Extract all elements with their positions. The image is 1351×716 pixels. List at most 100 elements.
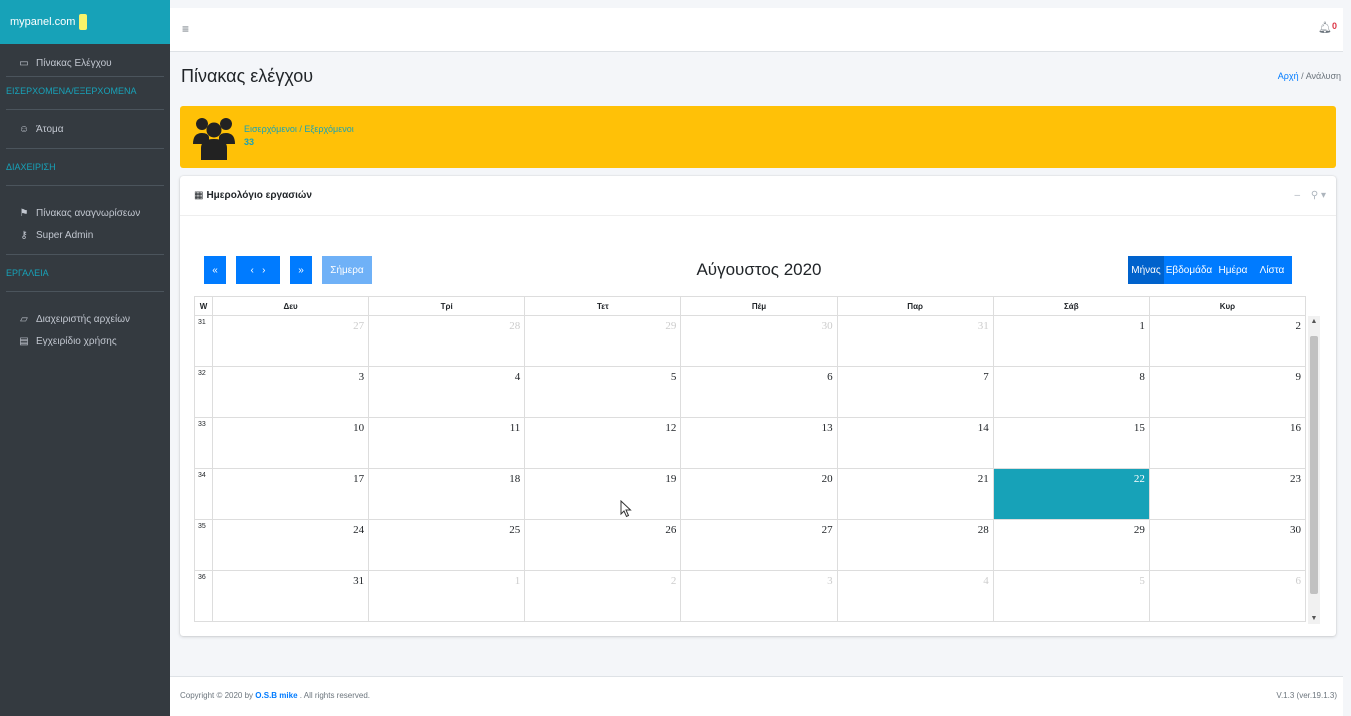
sidebar-item-people[interactable]: ☺ Άτομα — [0, 118, 170, 140]
day-header: Τρί — [368, 296, 526, 316]
calendar-day-cell[interactable]: 4 — [836, 570, 994, 622]
day-number: 13 — [821, 422, 833, 434]
breadcrumb-current: Ανάλυση — [1305, 71, 1341, 81]
calendar-week-row: 32 3 4 5 6 7 8 9 — [194, 366, 1307, 418]
calendar-day-cell[interactable]: 19 — [524, 468, 682, 520]
info-box-label: Εισερχόμενοι / Εξερχόμενοι — [244, 124, 354, 134]
collapse-icon[interactable]: – — [1295, 190, 1301, 201]
week-number-header: W — [194, 296, 213, 316]
scroll-up-arrow-icon[interactable]: ▲ — [1308, 318, 1320, 325]
calendar-day-cell[interactable]: 6 — [680, 366, 838, 418]
divider — [6, 148, 164, 149]
day-number: 30 — [821, 320, 833, 332]
day-number: 1 — [514, 575, 521, 587]
scrollbar-thumb[interactable] — [1310, 336, 1318, 594]
copyright-prefix: Copyright © 2020 by — [180, 691, 254, 700]
calendar-day-cell[interactable]: 10 — [211, 417, 370, 469]
calendar-day-cell[interactable]: 27 — [211, 315, 370, 367]
calendar-day-cell[interactable]: 31 — [836, 315, 994, 367]
day-number: 25 — [509, 524, 521, 536]
calendar-day-cell[interactable]: 11 — [368, 417, 526, 469]
day-number: 18 — [509, 473, 521, 485]
menu-toggle-icon[interactable]: ≡ — [182, 22, 189, 36]
calendar-day-cell[interactable]: 6 — [1148, 570, 1307, 622]
day-number: 21 — [977, 473, 989, 485]
sidebar-item-super-admin[interactable]: ⚷ Super Admin — [0, 224, 170, 246]
calendar-day-cell[interactable]: 20 — [680, 468, 838, 520]
info-box: Εισερχόμενοι / Εξερχόμενοι 33 — [180, 106, 1336, 168]
calendar-day-cell[interactable]: 28 — [836, 519, 994, 571]
calendar-day-cell[interactable]: 26 — [524, 519, 682, 571]
card-title: Ημερολόγιο εργασιών — [206, 190, 312, 201]
calendar-day-cell[interactable]: 28 — [368, 315, 526, 367]
brand-logo[interactable]: mypanel.com — [0, 0, 170, 44]
week-number: 34 — [194, 468, 213, 520]
sidebar-item-recognitions[interactable]: ⚑ Πίνακας αναγνωρίσεων — [0, 202, 170, 224]
calendar-day-cell[interactable]: 4 — [368, 366, 526, 418]
day-number: 19 — [665, 473, 677, 485]
copyright-suffix: . All rights reserved. — [299, 691, 371, 700]
prev-year-button[interactable]: « — [204, 256, 226, 284]
day-number: 6 — [1295, 575, 1302, 587]
calendar-week-row: 33 10 11 12 13 14 15 16 — [194, 417, 1307, 469]
week-number: 31 — [194, 315, 213, 367]
user-icon: ☺ — [18, 123, 30, 135]
calendar-day-cell[interactable]: 3 — [680, 570, 838, 622]
calendar-day-cell[interactable]: 29 — [524, 315, 682, 367]
calendar-day-cell[interactable]: 29 — [992, 519, 1150, 571]
calendar-day-cell[interactable]: 15 — [992, 417, 1150, 469]
day-number: 10 — [353, 422, 365, 434]
wrench-icon[interactable]: ⚲ ▾ — [1311, 190, 1326, 201]
breadcrumb-home-link[interactable]: Αρχή — [1278, 71, 1299, 81]
today-button[interactable]: Σήμερα — [322, 256, 372, 284]
next-year-button[interactable]: » — [290, 256, 312, 284]
notifications-button[interactable]: 🔔︎0 — [1318, 21, 1337, 34]
calendar-day-cell[interactable]: 5 — [524, 366, 682, 418]
calendar-scrollbar[interactable]: ▲ ▼ — [1308, 316, 1320, 624]
sidebar-item-label: Διαχειριστής αρχείων — [36, 313, 131, 325]
file-icon: ▤ — [19, 335, 29, 347]
calendar-day-cell[interactable]: 22 — [992, 468, 1150, 520]
view-list-button[interactable]: Λίστα — [1252, 256, 1292, 284]
calendar-day-cell[interactable]: 24 — [211, 519, 370, 571]
calendar-day-cell[interactable]: 3 — [211, 366, 370, 418]
sidebar-item-manual[interactable]: ▤ Εγχειρίδιο χρήσης — [0, 330, 170, 352]
author-link[interactable]: O.S.B mike — [255, 691, 297, 700]
calendar-day-cell[interactable]: 2 — [1148, 315, 1307, 367]
calendar-day-cell[interactable]: 18 — [368, 468, 526, 520]
calendar-day-cell[interactable]: 1 — [368, 570, 526, 622]
calendar-day-cell[interactable]: 30 — [680, 315, 838, 367]
calendar-day-cell[interactable]: 23 — [1148, 468, 1307, 520]
calendar-day-cell[interactable]: 5 — [992, 570, 1150, 622]
users-icon — [193, 118, 235, 160]
calendar-day-cell[interactable]: 31 — [211, 570, 370, 622]
view-month-button[interactable]: Μήνας — [1128, 256, 1164, 284]
scroll-down-arrow-icon[interactable]: ▼ — [1308, 615, 1320, 622]
sidebar-item-file-manager[interactable]: ▱ Διαχειριστής αρχείων — [0, 308, 170, 330]
prev-next-button-group[interactable]: ‹ › — [236, 256, 280, 284]
view-week-button[interactable]: Εβδομάδα — [1164, 256, 1214, 284]
calendar-day-cell[interactable]: 12 — [524, 417, 682, 469]
bell-icon: 🔔︎ — [1318, 22, 1332, 34]
calendar-day-cell[interactable]: 25 — [368, 519, 526, 571]
calendar-day-cell[interactable]: 2 — [524, 570, 682, 622]
day-number: 7 — [983, 371, 989, 383]
calendar-day-cell[interactable]: 1 — [992, 315, 1150, 367]
calendar-day-cell[interactable]: 17 — [211, 468, 370, 520]
sidebar-item-dashboard[interactable]: ▭ Πίνακας Ελέγχου — [0, 52, 170, 74]
calendar-day-cell[interactable]: 7 — [836, 366, 994, 418]
calendar-day-cell[interactable]: 13 — [680, 417, 838, 469]
day-number: 2 — [670, 575, 677, 587]
calendar-day-cell[interactable]: 21 — [836, 468, 994, 520]
day-number: 26 — [665, 524, 677, 536]
view-day-button[interactable]: Ημέρα — [1214, 256, 1252, 284]
day-number: 24 — [353, 524, 365, 536]
calendar-day-cell[interactable]: 14 — [836, 417, 994, 469]
calendar-toolbar: « ‹ › » Σήμερα Αύγουστος 2020 Μήνας Εβδο… — [204, 256, 1314, 284]
calendar-day-cell[interactable]: 8 — [992, 366, 1150, 418]
calendar-day-cell[interactable]: 27 — [680, 519, 838, 571]
calendar-day-cell[interactable]: 30 — [1148, 519, 1307, 571]
calendar-day-cell[interactable]: 9 — [1148, 366, 1307, 418]
calendar-day-cell[interactable]: 16 — [1148, 417, 1307, 469]
breadcrumb: Αρχή / Ανάλυση — [1278, 71, 1341, 81]
